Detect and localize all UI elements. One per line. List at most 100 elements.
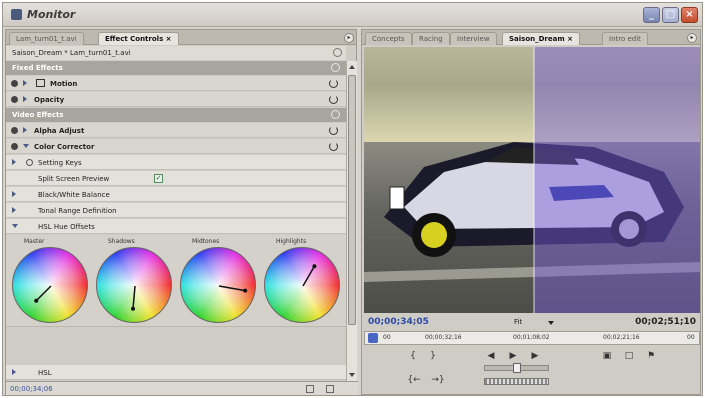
- param-label: HSL Hue Offsets: [38, 223, 95, 231]
- param-row-black-white-balance[interactable]: Black/White Balance: [6, 187, 346, 202]
- monitor-window: Monitor _ □ × Lam_turn01_t.avi Effect Co…: [2, 2, 703, 396]
- dropdown-arrow-icon[interactable]: [548, 321, 554, 325]
- effects-scrollbar[interactable]: [346, 61, 357, 381]
- jog-wheel[interactable]: [484, 378, 549, 385]
- filter-icon[interactable]: [306, 385, 314, 393]
- effect-row-motion[interactable]: Motion: [6, 76, 346, 91]
- param-row-tonal-range[interactable]: Tonal Range Definition: [6, 203, 346, 218]
- step-back-button[interactable]: ◀: [484, 350, 498, 363]
- section-video-effects: Video Effects: [6, 108, 346, 122]
- wheel-offset-line: [35, 285, 52, 302]
- tab-racing[interactable]: Racing: [412, 32, 450, 45]
- toggle-effect-icon[interactable]: [11, 143, 18, 150]
- expand-triangle-icon[interactable]: [12, 191, 16, 197]
- stopwatch-icon[interactable]: [26, 159, 33, 166]
- effect-row-alpha-adjust[interactable]: Alpha Adjust: [6, 123, 346, 138]
- shuttle-knob[interactable]: [513, 363, 521, 373]
- title-bar: Monitor _ □ ×: [3, 3, 702, 27]
- mark-out-button[interactable]: }: [426, 350, 440, 363]
- effect-row-opacity[interactable]: Opacity: [6, 92, 346, 107]
- loop-icon[interactable]: [326, 385, 334, 393]
- effect-row-color-corrector[interactable]: Color Corrector: [6, 139, 346, 154]
- param-label: HSL: [38, 369, 52, 377]
- param-row-split-screen[interactable]: Split Screen Preview ✓: [6, 171, 346, 186]
- midtones-hue-wheel[interactable]: [180, 247, 256, 323]
- expand-triangle-icon[interactable]: [23, 127, 27, 133]
- effect-controls-footer: 00;00;34;06: [6, 381, 358, 395]
- master-hue-wheel[interactable]: [12, 247, 88, 323]
- safe-margins-icon[interactable]: □: [622, 350, 636, 363]
- tab-intro-edit[interactable]: Intro edit: [602, 32, 648, 45]
- panel-menu-icon[interactable]: ▸: [687, 33, 697, 43]
- toggle-effect-icon[interactable]: [11, 127, 18, 134]
- param-row-hsl[interactable]: HSL: [6, 365, 346, 380]
- zoom-select[interactable]: Fit: [514, 318, 522, 326]
- param-row-setting-keys[interactable]: Setting Keys: [6, 155, 346, 170]
- expand-triangle-icon[interactable]: [23, 96, 27, 102]
- go-to-out-button[interactable]: →}: [428, 374, 448, 387]
- clip-header-label: Saison_Dream * Lam_turn01_t.avi: [12, 49, 131, 57]
- clip-header: Saison_Dream * Lam_turn01_t.avi: [6, 46, 346, 60]
- time-ruler[interactable]: 00 00;00;32;16 00;01;08;02 00;02;21;16 0…: [364, 331, 700, 345]
- export-frame-icon[interactable]: ⚑: [644, 350, 658, 363]
- current-timecode[interactable]: 00;00;34;05: [368, 317, 429, 327]
- collapse-triangle-icon[interactable]: [12, 224, 18, 228]
- ruler-tick: 00;01;08;02: [513, 334, 550, 341]
- play-button[interactable]: ▶: [506, 350, 520, 363]
- scroll-thumb[interactable]: [348, 75, 356, 325]
- section-fixed-effects: Fixed Effects: [6, 61, 346, 75]
- section-reset-icon[interactable]: [331, 110, 340, 119]
- close-button[interactable]: ×: [681, 7, 698, 23]
- expand-triangle-icon[interactable]: [12, 207, 16, 213]
- camera-icon[interactable]: ▣: [600, 350, 614, 363]
- tab-concepts[interactable]: Concepts: [365, 32, 412, 45]
- show-timeline-icon[interactable]: [333, 48, 342, 57]
- mark-in-button[interactable]: {: [406, 350, 420, 363]
- split-screen-checkbox[interactable]: ✓: [154, 174, 163, 183]
- effect-controls-timecode[interactable]: 00;00;34;06: [10, 385, 53, 393]
- effects-list: Fixed Effects Motion Opacity Video Effec…: [6, 61, 346, 381]
- toggle-effect-icon[interactable]: [11, 80, 18, 87]
- param-label: Black/White Balance: [38, 191, 110, 199]
- expand-triangle-icon[interactable]: [12, 369, 16, 375]
- tab-interview[interactable]: Interview: [450, 32, 497, 45]
- program-video-frame[interactable]: [364, 47, 700, 313]
- wheel-offset-handle: [312, 264, 317, 269]
- shadows-hue-wheel[interactable]: [96, 247, 172, 323]
- minimize-button[interactable]: _: [643, 7, 660, 23]
- window-title: Monitor: [27, 8, 76, 21]
- transform-icon: [36, 79, 45, 87]
- wheel-offset-line: [302, 265, 316, 287]
- scroll-up-icon[interactable]: [349, 65, 355, 69]
- collapse-triangle-icon[interactable]: [23, 144, 29, 148]
- scroll-down-icon[interactable]: [349, 373, 355, 377]
- ruler-tick: 00: [687, 334, 695, 341]
- tab-source-clip[interactable]: Lam_turn01_t.avi: [9, 32, 84, 45]
- highlights-hue-wheel[interactable]: [264, 247, 340, 323]
- tab-effect-controls[interactable]: Effect Controls ×: [98, 32, 179, 45]
- reset-icon[interactable]: [329, 79, 338, 88]
- ruler-tick: 00;00;32;16: [425, 334, 462, 341]
- go-to-in-button[interactable]: {←: [404, 374, 424, 387]
- wheel-label: Midtones: [192, 238, 220, 245]
- playhead-icon[interactable]: [368, 333, 378, 343]
- reset-icon[interactable]: [329, 126, 338, 135]
- shuttle-slider[interactable]: [484, 363, 549, 373]
- expand-triangle-icon[interactable]: [12, 159, 16, 165]
- step-forward-button[interactable]: ▶: [528, 350, 542, 363]
- expand-triangle-icon[interactable]: [23, 80, 27, 86]
- section-video-label: Video Effects: [12, 111, 64, 119]
- effect-label: Motion: [50, 80, 78, 88]
- maximize-button[interactable]: □: [662, 7, 679, 23]
- param-row-hsl-hue-offsets[interactable]: HSL Hue Offsets: [6, 219, 346, 234]
- tab-saison-dream[interactable]: Saison_Dream ×: [502, 32, 580, 45]
- toggle-effect-icon[interactable]: [11, 96, 18, 103]
- wheel-label: Highlights: [276, 238, 307, 245]
- reset-icon[interactable]: [329, 95, 338, 104]
- app-icon: [11, 9, 22, 20]
- wheel-offset-line: [218, 285, 246, 292]
- reset-icon[interactable]: [329, 142, 338, 151]
- ruler-tick: 00: [383, 334, 391, 341]
- section-reset-icon[interactable]: [331, 63, 340, 72]
- panel-menu-icon[interactable]: ▸: [344, 33, 354, 43]
